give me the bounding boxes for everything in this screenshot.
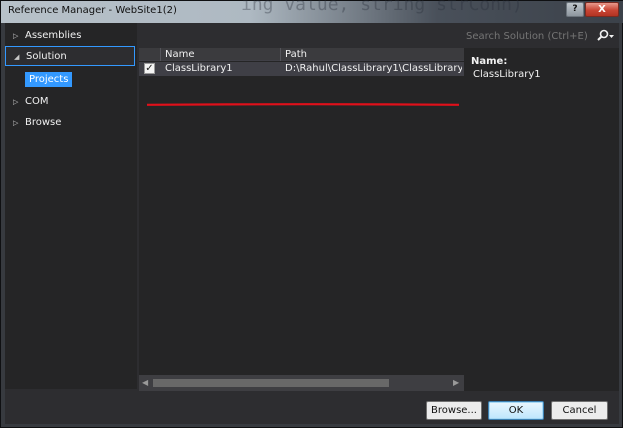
- nav-item-com[interactable]: ▷ COM: [5, 92, 135, 112]
- project-list: Name Path ✓ ClassLibrary1 D:\Rahul\Class…: [139, 48, 464, 391]
- nav-item-browse[interactable]: ▷ Browse: [5, 113, 135, 133]
- scroll-right-icon[interactable]: ▶: [453, 378, 459, 387]
- column-header-path[interactable]: Path: [280, 48, 464, 61]
- details-name-label: Name:: [471, 56, 508, 67]
- background-code-text: ing value, string strConn): [241, 0, 523, 15]
- nav-item-solution[interactable]: ◢ Solution: [5, 46, 135, 66]
- nav-item-label: COM: [25, 96, 49, 107]
- ok-button[interactable]: OK: [488, 401, 544, 420]
- red-annotation-underline: [147, 103, 459, 106]
- nav-item-label: Solution: [26, 51, 67, 62]
- search-icon[interactable]: [595, 28, 615, 45]
- expand-arrow-icon[interactable]: ▷: [13, 113, 18, 133]
- window-title: Reference Manager - WebSite1(2): [8, 5, 177, 16]
- table-row[interactable]: ✓ ClassLibrary1 D:\Rahul\ClassLibrary1\C…: [139, 62, 464, 76]
- column-header-name[interactable]: Name: [160, 48, 280, 61]
- scrollbar-thumb[interactable]: [153, 379, 389, 387]
- details-name-value: ClassLibrary1: [473, 69, 541, 80]
- nav-item-label: Browse: [25, 117, 62, 128]
- horizontal-scrollbar[interactable]: ◀ ▶: [139, 375, 464, 391]
- details-pane: Name: ClassLibrary1: [464, 48, 619, 391]
- scroll-left-icon[interactable]: ◀: [142, 378, 148, 387]
- help-button[interactable]: ?: [566, 2, 584, 17]
- search-input[interactable]: [466, 28, 590, 45]
- dialog-body: ▷ Assemblies ◢ Solution Projects ▷ COM ▷…: [5, 23, 619, 424]
- expand-arrow-icon[interactable]: ▷: [13, 92, 18, 112]
- search-box[interactable]: [464, 27, 616, 46]
- category-nav: ▷ Assemblies ◢ Solution Projects ▷ COM ▷…: [5, 23, 137, 389]
- project-name: ClassLibrary1: [165, 63, 233, 74]
- nav-item-label: Assemblies: [25, 30, 82, 41]
- expand-arrow-icon[interactable]: ▷: [13, 26, 18, 46]
- collapse-arrow-icon[interactable]: ◢: [14, 47, 19, 67]
- project-path: D:\Rahul\ClassLibrary1\ClassLibrary1.csp…: [285, 63, 462, 74]
- title-bar[interactable]: ing value, string strConn) Reference Man…: [1, 0, 623, 23]
- browse-button[interactable]: Browse...: [426, 401, 482, 420]
- reference-manager-dialog: ing value, string strConn) Reference Man…: [0, 0, 623, 428]
- nav-item-projects[interactable]: Projects: [25, 72, 73, 87]
- close-button[interactable]: X: [585, 2, 619, 17]
- list-header: Name Path: [139, 48, 464, 61]
- nav-item-assemblies[interactable]: ▷ Assemblies: [5, 26, 135, 46]
- reference-checkbox[interactable]: ✓: [144, 63, 155, 74]
- cancel-button[interactable]: Cancel: [551, 401, 608, 420]
